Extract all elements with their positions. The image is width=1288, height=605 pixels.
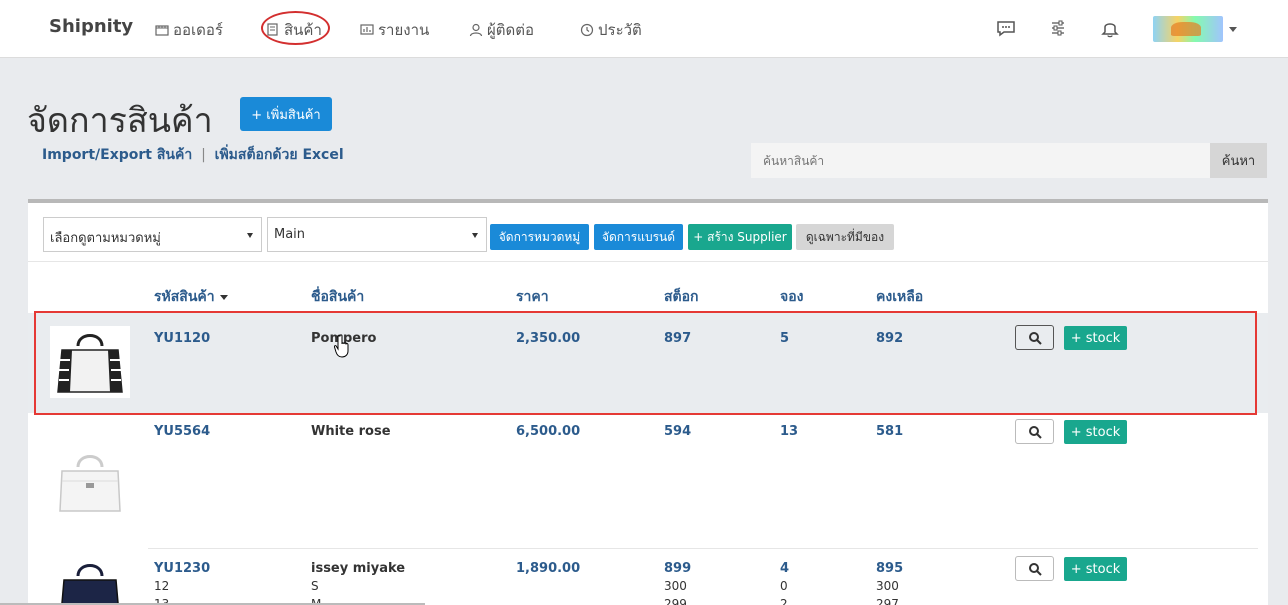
brand-logo[interactable]: Shipnity — [49, 16, 133, 37]
col-header-price: ราคา — [516, 289, 549, 305]
dropdown-arrow-icon — [472, 233, 478, 238]
view-product-button[interactable] — [1015, 419, 1054, 444]
col-header-sku[interactable]: รหัสสินค้า — [154, 286, 228, 308]
variant-stock: 300 — [664, 579, 687, 593]
product-thumbnail[interactable] — [50, 560, 130, 605]
nav-reports[interactable]: รายงาน — [360, 18, 429, 42]
col-header-name: ชื่อสินค้า — [311, 289, 365, 305]
product-reserved: 13 — [780, 424, 799, 439]
chevron-down-icon[interactable] — [1229, 27, 1237, 32]
link-separator: | — [201, 147, 206, 163]
add-stock-button[interactable]: + stock — [1064, 420, 1127, 444]
product-panel: เลือกดูตามหมวดหมู่ Main จัดการหมวดหมู่ จ… — [28, 199, 1268, 605]
category-select-value: เลือกดูตามหมวดหมู่ — [50, 231, 161, 246]
nav-history[interactable]: ประวัติ — [580, 18, 642, 42]
manage-category-button[interactable]: จัดการหมวดหมู่ — [490, 224, 589, 250]
manage-brand-button[interactable]: จัดการแบรนด์ — [594, 224, 683, 250]
product-stock: 899 — [664, 561, 692, 576]
report-icon — [360, 24, 374, 35]
bell-icon[interactable] — [1099, 17, 1121, 39]
bag-image — [59, 455, 121, 512]
in-stock-only-button[interactable]: ดูเฉพาะที่มีของ — [796, 224, 894, 250]
col-header-remaining: คงเหลือ — [876, 289, 924, 305]
nav-orders[interactable]: ออเดอร์ — [155, 18, 223, 42]
add-stock-button[interactable]: + stock — [1064, 557, 1127, 581]
product-reserved: 4 — [780, 561, 790, 576]
col-header-stock: สต็อก — [664, 289, 699, 305]
nav-orders-label: ออเดอร์ — [173, 21, 223, 39]
variant-stock: 299 — [664, 597, 687, 605]
top-navbar: Shipnity ออเดอร์ สินค้า รายงาน ผู้ติดต่อ… — [0, 0, 1288, 58]
col-header-sku-label: รหัสสินค้า — [154, 289, 215, 305]
product-name[interactable]: White rose — [311, 424, 391, 439]
warehouse-select-value: Main — [274, 227, 306, 242]
highlight-box — [34, 311, 1257, 415]
sliders-icon[interactable] — [1047, 17, 1069, 39]
avatar[interactable] — [1153, 16, 1223, 42]
variant-remaining: 300 — [876, 579, 899, 593]
add-product-button[interactable]: + เพิ่มสินค้า — [240, 97, 332, 131]
bag-image — [61, 564, 119, 605]
sort-down-icon — [219, 294, 228, 300]
product-sku[interactable]: YU5564 — [154, 424, 210, 439]
col-header-reserved: จอง — [780, 289, 804, 305]
nav-contacts[interactable]: ผู้ติดต่อ — [469, 18, 534, 42]
view-product-button[interactable] — [1015, 556, 1054, 581]
history-icon — [580, 23, 594, 37]
scrollbar[interactable] — [1275, 58, 1288, 605]
nav-contacts-label: ผู้ติดต่อ — [487, 21, 535, 39]
product-price: 6,500.00 — [516, 424, 581, 439]
nav-products-highlight — [261, 11, 330, 45]
nav-reports-label: รายงาน — [378, 21, 430, 39]
table-row[interactable]: YU1230 issey miyake 1,890.00 899 4 895 1… — [28, 552, 1268, 605]
chat-icon[interactable] — [995, 17, 1017, 39]
nav-history-label: ประวัติ — [598, 21, 642, 39]
category-select[interactable]: เลือกดูตามหมวดหมู่ — [43, 217, 262, 252]
search-input[interactable] — [751, 143, 1210, 178]
excel-stock-link[interactable]: เพิ่มสต็อกด้วย Excel — [215, 147, 344, 163]
search-button[interactable]: ค้นหา — [1210, 143, 1267, 178]
product-stock: 594 — [664, 424, 692, 439]
product-remaining: 581 — [876, 424, 904, 439]
toolbar-divider — [28, 261, 1268, 262]
import-export-link[interactable]: Import/Export สินค้า — [42, 147, 192, 163]
user-icon — [469, 23, 483, 37]
product-price: 1,890.00 — [516, 561, 581, 576]
create-supplier-button[interactable]: + สร้าง Supplier — [688, 224, 792, 250]
page-title: จัดการสินค้า — [27, 101, 213, 141]
product-sku[interactable]: YU1230 — [154, 561, 210, 576]
header-links: Import/Export สินค้า | เพิ่มสต็อกด้วย Ex… — [42, 144, 344, 166]
product-thumbnail[interactable] — [50, 445, 130, 517]
variant-reserved: 2 — [780, 597, 788, 605]
variant-remaining: 297 — [876, 597, 899, 605]
product-name[interactable]: issey miyake — [311, 561, 405, 576]
row-divider — [148, 548, 1258, 549]
search-icon — [1029, 426, 1042, 439]
dropdown-arrow-icon — [247, 233, 253, 238]
variant-reserved: 0 — [780, 579, 788, 593]
variant-size: S — [311, 579, 319, 593]
product-remaining: 895 — [876, 561, 904, 576]
warehouse-select[interactable]: Main — [267, 217, 487, 252]
search-icon — [1029, 563, 1042, 576]
table-row[interactable]: YU5564 White rose 6,500.00 594 13 581 + … — [28, 415, 1268, 545]
store-icon — [155, 25, 169, 36]
variant-code: 12 — [154, 579, 170, 593]
